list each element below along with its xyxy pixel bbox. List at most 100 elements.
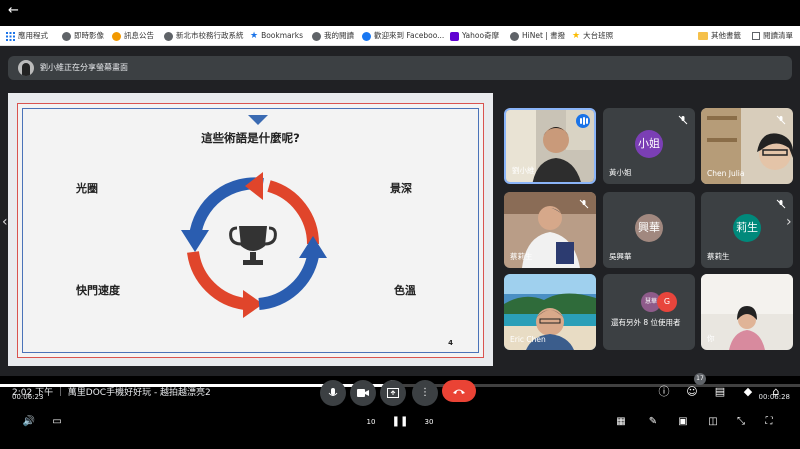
mic-off-icon: [776, 199, 786, 209]
bookmark-item[interactable]: 歡迎來到 Faceboo...: [362, 29, 444, 43]
participant-tile[interactable]: 劉小維: [504, 108, 596, 184]
fullscreen-icon[interactable]: ⛶: [760, 413, 778, 431]
participant-name: 你: [707, 334, 715, 343]
forward-seconds: 30: [424, 418, 434, 426]
bookmark-other[interactable]: 其他書籤: [698, 29, 741, 43]
player-top-bar: ←: [0, 0, 800, 26]
bookmark-label: HiNet | 書撥: [522, 31, 566, 40]
more-participants-tile[interactable]: 慧華 G 還有另外 8 位使用者: [603, 274, 695, 350]
pause-icon[interactable]: ❚❚: [391, 413, 409, 431]
hang-up-icon: [453, 389, 465, 394]
participant-name: Chen Julia: [707, 169, 745, 178]
participant-name: 劉小維: [512, 166, 535, 175]
bookmark-item[interactable]: 新北市校務行政系統: [164, 29, 244, 43]
info-icon[interactable]: ⓘ: [656, 384, 672, 400]
collapse-icon[interactable]: ⤡: [732, 413, 750, 431]
cycle-arrowhead-blue-top: [181, 230, 209, 252]
chat-icon[interactable]: ▤: [712, 384, 728, 400]
bookmark-label: 即時影像: [74, 31, 104, 40]
activities-icon[interactable]: ◆: [740, 384, 756, 400]
more-options-button[interactable]: ⋮: [412, 380, 438, 406]
forward-button[interactable]: 30: [420, 413, 438, 431]
self-tile[interactable]: 你: [701, 274, 793, 350]
star-icon: ★: [250, 31, 259, 41]
mic-icon: [328, 388, 338, 396]
cycle-arrow-blue-bottom: [258, 254, 319, 310]
bookmark-label: Bookmarks: [261, 31, 303, 40]
rewind-button[interactable]: 10: [362, 413, 380, 431]
participant-tile[interactable]: Eric Chen: [504, 274, 596, 350]
bookmark-item[interactable]: ★ Bookmarks: [250, 29, 303, 43]
participant-tile[interactable]: 莉生 蔡莉生: [701, 192, 793, 268]
camera-button[interactable]: [350, 380, 376, 406]
rewind-seconds: 10: [366, 418, 376, 426]
bookmark-label: 我的閱讀: [324, 31, 354, 40]
pen-icon[interactable]: ✎: [644, 413, 662, 431]
participant-tile[interactable]: 蔡莉生: [504, 192, 596, 268]
cycle-arrowhead-blue-bottom: [299, 236, 327, 258]
quality-icon[interactable]: ▦: [612, 413, 630, 431]
participant-tile[interactable]: Chen Julia: [701, 108, 793, 184]
back-arrow-icon[interactable]: ←: [8, 3, 19, 19]
participant-tile[interactable]: 小姐 黃小姐: [603, 108, 695, 184]
bookmark-item[interactable]: 訊息公告: [112, 29, 154, 43]
slide-term-shutter-speed: 快門速度: [76, 284, 120, 297]
mic-button[interactable]: [320, 380, 346, 406]
slide-term-depth-of-field: 景深: [390, 182, 412, 195]
present-icon: [387, 388, 399, 398]
participant-avatar: 興華: [635, 214, 663, 242]
participant-name: 吳興華: [609, 252, 632, 261]
bookmark-item[interactable]: Yahoo奇摩: [450, 29, 499, 43]
participant-tile[interactable]: 興華 吳興華: [603, 192, 695, 268]
screen: ← 應用程式 即時影像 訊息公告 新北市校務行政系統 ★ Bookmarks 我…: [0, 0, 800, 449]
bookmark-label: 其他書籤: [711, 31, 741, 40]
star-icon: ★: [572, 31, 581, 41]
presenter-text: 劉小維正在分享螢幕畫面: [40, 63, 128, 72]
participant-avatar: G: [657, 292, 677, 312]
participant-name: 黃小姐: [609, 168, 632, 177]
presenter-banner: 劉小維正在分享螢幕畫面: [8, 56, 792, 80]
leave-call-button[interactable]: [442, 380, 476, 402]
participant-name: 蔡莉生: [707, 252, 730, 261]
bookmark-apps[interactable]: 應用程式: [6, 29, 48, 43]
speaking-indicator-icon: [576, 114, 590, 128]
globe-icon: [312, 31, 321, 41]
participant-avatar: 小姐: [635, 130, 663, 158]
captions-icon[interactable]: ▭: [48, 413, 66, 431]
facebook-icon: [362, 31, 371, 41]
slide-notch: [248, 115, 268, 125]
slide-term-color-temperature: 色溫: [394, 284, 416, 297]
link-icon: [112, 31, 121, 41]
participant-name: 蔡莉生: [510, 252, 533, 261]
cast-icon[interactable]: ◫: [704, 413, 722, 431]
more-vert-icon: ⋮: [420, 387, 430, 398]
bookmark-item[interactable]: 我的閱讀: [312, 29, 354, 43]
host-controls-icon[interactable]: ⌂: [768, 384, 784, 400]
slide-page-number: 4: [448, 339, 453, 347]
participants-count-badge: 17: [694, 373, 706, 385]
reading-list-icon: [752, 32, 760, 40]
mic-off-icon: [579, 199, 589, 209]
slide-title: 這些術語是什麼呢?: [201, 131, 300, 145]
globe-icon: [510, 31, 519, 41]
time-current: 00:06:23: [12, 393, 44, 401]
volume-icon[interactable]: 🔊: [20, 413, 38, 431]
bookmark-item[interactable]: 即時影像: [62, 29, 104, 43]
player-controls: 🔊 ▭ 10 ❚❚ 30 ▦ ✎ ▣ ◫ ⤡ ⛶: [0, 410, 800, 434]
present-button[interactable]: [380, 380, 406, 406]
chevron-left-icon[interactable]: ‹: [2, 214, 8, 230]
bookmark-item[interactable]: ★ 大台班照: [572, 29, 613, 43]
chevron-right-icon[interactable]: ›: [786, 214, 792, 230]
participants-icon[interactable]: ☺: [684, 384, 700, 400]
folder-icon: [698, 32, 708, 40]
bookmarks-bar: 應用程式 即時影像 訊息公告 新北市校務行政系統 ★ Bookmarks 我的閱…: [0, 26, 800, 46]
bookmark-reading-list[interactable]: 閱讀清單: [752, 29, 793, 43]
bookmark-item[interactable]: HiNet | 書撥: [510, 29, 565, 43]
picture-in-picture-icon[interactable]: ▣: [674, 413, 692, 431]
slide-term-aperture: 光圈: [76, 182, 98, 195]
bookmark-label: 大台班照: [583, 31, 614, 40]
shared-screen: 這些術語是什麼呢? 光圈 景深 快門速度 色溫 4: [8, 93, 493, 366]
participant-avatar: 莉生: [733, 214, 761, 242]
camera-icon: [357, 389, 369, 397]
bookmark-label: 新北市校務行政系統: [176, 31, 244, 40]
